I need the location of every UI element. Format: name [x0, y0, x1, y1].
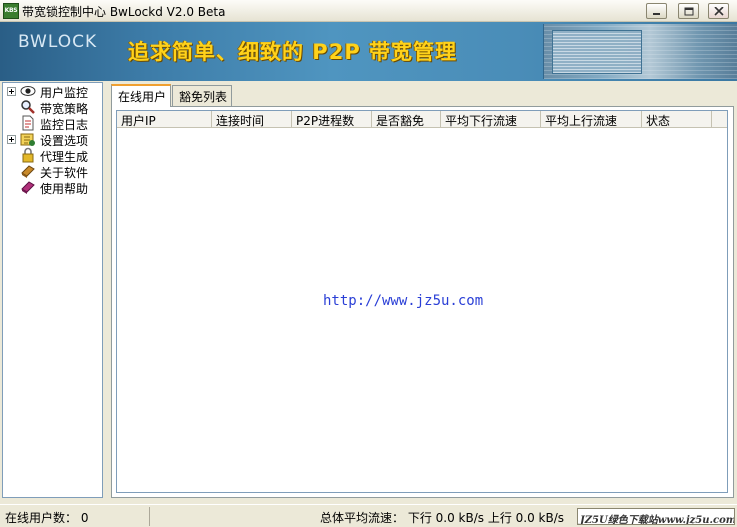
tree-item-bandwidth-policy[interactable]: 带宽策略	[7, 99, 103, 116]
eye-icon	[20, 86, 36, 96]
nav-tree[interactable]: 用户监控 带宽策略 监控日志 设置选项 代理生成 关于软件 使用帮助	[2, 82, 103, 498]
app-icon: KBS	[3, 3, 19, 19]
total-average-flow: 总体平均流速： 下行 0.0 kB/s 上行 0.0 kB/s	[320, 511, 565, 525]
column-header-status[interactable]: 状态	[642, 111, 712, 128]
maximize-button[interactable]	[678, 3, 699, 19]
column-header-connect-time[interactable]: 连接时间	[212, 111, 292, 128]
settings-icon	[20, 133, 35, 146]
brand-watermark-logo: JZ5U绿色下载站www.jz5u.com	[577, 508, 735, 525]
help-book-icon	[21, 181, 35, 194]
watermark-url: http://www.jz5u.com	[323, 293, 484, 309]
banner-screenshot-image	[543, 24, 737, 79]
tree-item-user-monitor[interactable]: 用户监控	[7, 83, 103, 100]
column-header-avg-download[interactable]: 平均下行流速	[441, 111, 541, 128]
magnifier-icon	[21, 100, 35, 114]
banner-logo: BWLOCK	[18, 32, 98, 52]
tree-item-about[interactable]: 关于软件	[7, 163, 103, 180]
banner-slogan: 追求简单、细致的 P2P 带宽管理	[128, 40, 458, 64]
tab-online-users[interactable]: 在线用户	[111, 84, 171, 107]
book-icon	[21, 165, 35, 178]
tree-item-settings[interactable]: 设置选项	[7, 131, 103, 148]
minimize-icon	[653, 13, 660, 15]
title-bar[interactable]: KBS 带宽锁控制中心 BwLockd V2.0 Beta	[0, 0, 737, 22]
column-header-p2p-process-count[interactable]: P2P进程数	[292, 111, 372, 128]
list-header: 用户IP 连接时间 P2P进程数 是否豁免 平均下行流速 平均上行流速 状态	[117, 111, 727, 128]
expand-icon[interactable]	[7, 135, 16, 144]
maximize-icon	[684, 7, 694, 16]
log-document-icon	[22, 115, 34, 131]
column-header-avg-upload[interactable]: 平均上行流速	[541, 111, 642, 128]
tree-item-label: 使用帮助	[40, 182, 89, 196]
window-title: 带宽锁控制中心 BwLockd V2.0 Beta	[22, 5, 226, 19]
tree-item-proxy-generate[interactable]: 代理生成	[7, 147, 103, 164]
tab-exempt-list[interactable]: 豁免列表	[172, 85, 232, 106]
tab-content-panel: 用户IP 连接时间 P2P进程数 是否豁免 平均下行流速 平均上行流速 状态 h…	[111, 106, 734, 498]
column-header-user-ip[interactable]: 用户IP	[117, 111, 212, 128]
tree-item-help[interactable]: 使用帮助	[7, 179, 103, 196]
minimize-button[interactable]	[646, 3, 667, 19]
lock-icon	[22, 147, 34, 163]
online-users-list[interactable]: 用户IP 连接时间 P2P进程数 是否豁免 平均下行流速 平均上行流速 状态 h…	[116, 110, 728, 493]
close-icon	[714, 7, 724, 16]
tree-item-monitor-log[interactable]: 监控日志	[7, 115, 103, 132]
header-banner: BWLOCK 追求简单、细致的 P2P 带宽管理	[0, 22, 737, 81]
column-header-exempt[interactable]: 是否豁免	[372, 111, 441, 128]
banner-screenshot-detail	[552, 30, 642, 74]
status-bar: 在线用户数： 0 总体平均流速： 下行 0.0 kB/s 上行 0.0 kB/s…	[0, 504, 737, 527]
expand-icon[interactable]	[7, 87, 16, 96]
close-button[interactable]	[708, 3, 729, 19]
online-user-count: 在线用户数： 0	[2, 507, 150, 526]
